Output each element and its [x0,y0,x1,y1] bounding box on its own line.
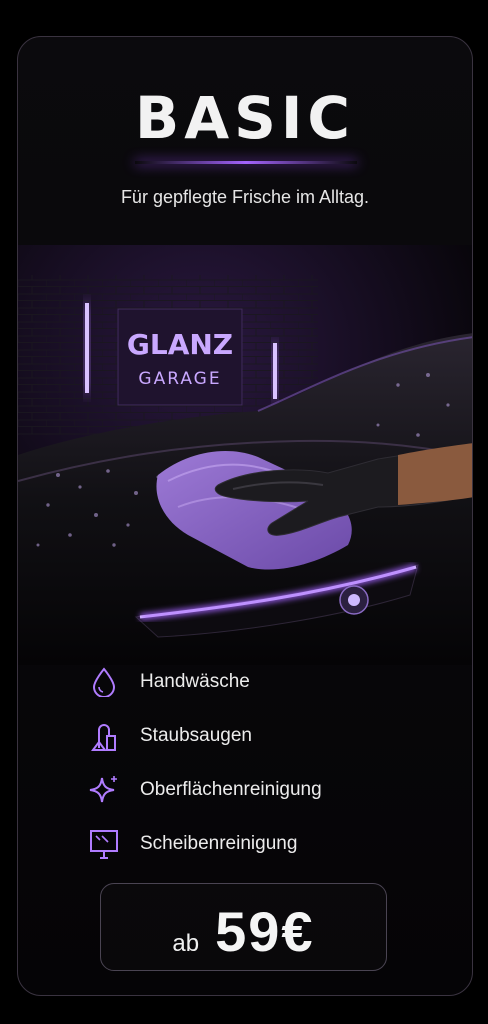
sign-line1: GLANZ [127,328,233,361]
price-box[interactable]: ab 59€ [100,883,387,971]
price-prefix: ab [172,930,200,957]
water-drop-icon [86,664,122,700]
feature-label: Staubsaugen [140,725,252,746]
plan-subtitle: Für gepflegte Frische im Alltag. [120,187,370,207]
vacuum-icon [86,718,122,754]
plan-title: BASIC [134,84,355,152]
feature-item-staubsaugen: Staubsaugen [86,709,446,763]
window-icon [86,826,122,862]
car-wash-illustration: GLANZ GARAGE [18,245,472,665]
pricing-card: BASIC Für gepflegte Frische im Alltag. G… [17,36,473,996]
feature-label: Oberflächenreinigung [140,779,322,800]
feature-label: Scheibenreinigung [140,833,298,854]
feature-item-oberflaechenreinigung: Oberflächenreinigung [86,763,446,817]
feature-item-scheibenreinigung: Scheibenreinigung [86,817,446,871]
price-amount: 59€ [215,900,315,963]
feature-label: Handwäsche [140,671,250,692]
sign-line2: GARAGE [138,369,221,389]
feature-list: Handwäsche Staubsaugen Oberflächenreinig… [86,655,446,871]
sparkle-icon [86,772,122,808]
feature-item-handwaesche: Handwäsche [86,655,446,709]
title-divider [135,161,357,164]
